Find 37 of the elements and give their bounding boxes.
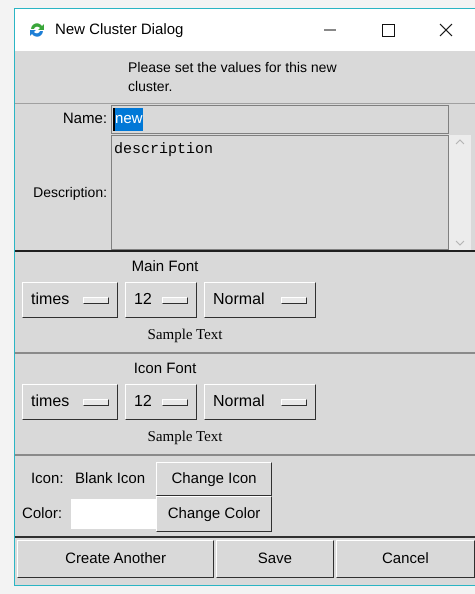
change-color-button[interactable]: Change Color xyxy=(156,496,272,532)
sample-text: Sample Text xyxy=(146,326,224,345)
name-field[interactable]: new xyxy=(111,105,449,134)
scroll-up-icon xyxy=(455,139,465,145)
icon-value: Blank Icon xyxy=(75,468,146,489)
font-dropdown[interactable]: 12 xyxy=(125,282,197,318)
color-label: Color: xyxy=(21,504,64,524)
font-dropdown[interactable]: 12 xyxy=(125,384,197,420)
font-dropdown[interactable]: Normal xyxy=(204,384,316,420)
font-dropdown[interactable]: times xyxy=(22,282,118,318)
font-dropdown[interactable]: Normal xyxy=(204,282,316,318)
description-field[interactable]: description xyxy=(111,135,449,250)
dialog-button[interactable]: Create Another xyxy=(17,540,214,578)
section-title: Icon Font xyxy=(132,359,198,379)
refresh-icon xyxy=(29,22,45,38)
window-title: New Cluster Dialog xyxy=(55,20,184,40)
font-dropdown[interactable]: times xyxy=(22,384,118,420)
name-label: Name: xyxy=(62,109,108,130)
dropdown-indicator-icon xyxy=(83,296,109,304)
dropdown-indicator-icon xyxy=(162,296,188,304)
minimize-icon xyxy=(324,29,336,31)
icon-label: Icon: xyxy=(30,468,65,489)
dropdown-indicator-icon xyxy=(281,296,307,304)
scroll-down-icon xyxy=(455,240,465,246)
sample-text: Sample Text xyxy=(146,428,224,447)
close-icon xyxy=(439,23,453,37)
dropdown-indicator-icon xyxy=(162,398,188,406)
dropdown-indicator-icon xyxy=(281,398,307,406)
dropdown-indicator-icon xyxy=(83,398,109,406)
dialog-button[interactable]: Cancel xyxy=(336,540,475,578)
instruction-text: Please set the values for this new cluster. xyxy=(128,58,338,96)
change-icon-button[interactable]: Change Icon xyxy=(156,462,272,496)
maximize-icon xyxy=(382,24,394,36)
section-title: Main Font xyxy=(130,257,200,277)
description-label: Description: xyxy=(32,183,108,202)
dialog-button[interactable]: Save xyxy=(216,540,334,578)
scrollbar[interactable] xyxy=(449,135,471,250)
